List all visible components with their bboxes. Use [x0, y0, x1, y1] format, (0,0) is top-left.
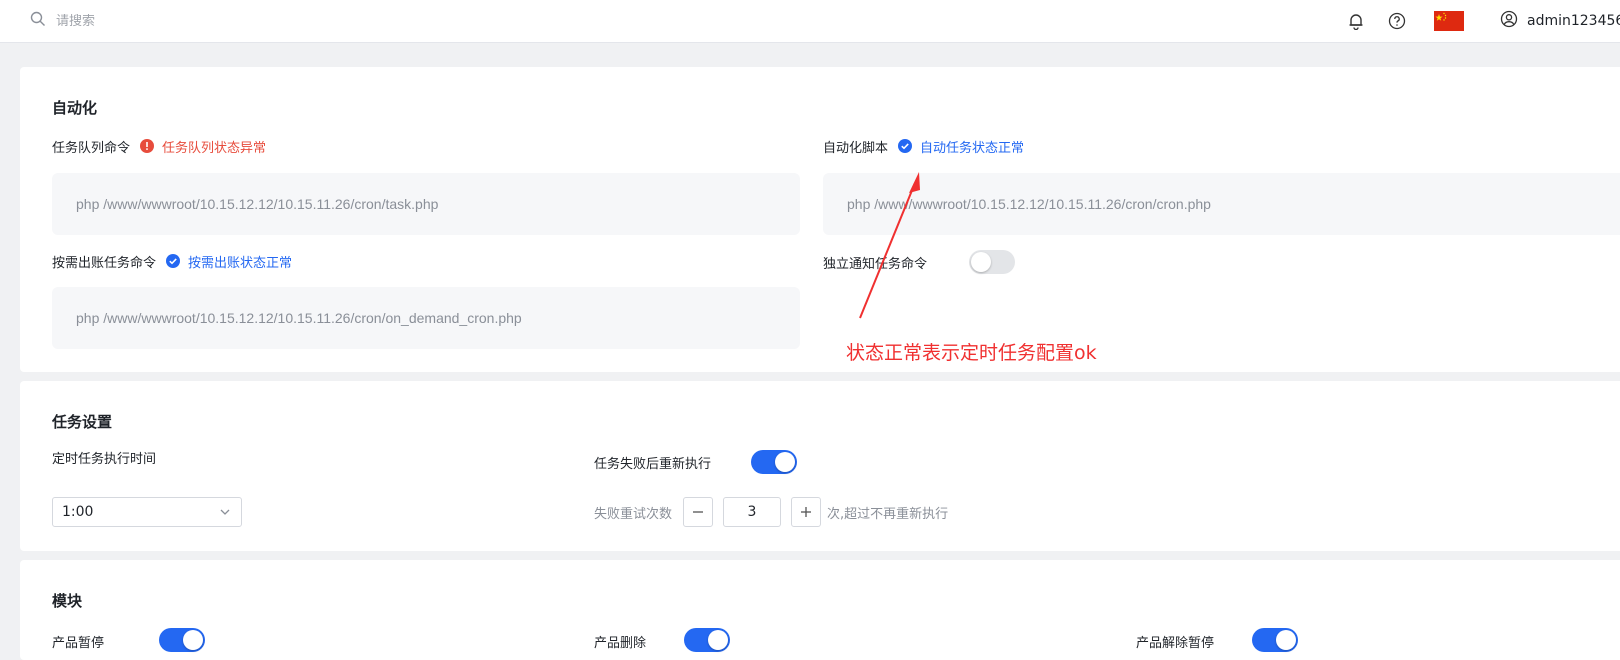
module-item: 产品解除暂停 — [1136, 631, 1214, 651]
retry-toggle[interactable] — [751, 450, 797, 474]
modules-title: 模块 — [52, 592, 83, 610]
retry-suffix-row: 次,超过不再重新执行 — [827, 502, 948, 522]
task-settings-title: 任务设置 — [52, 413, 113, 431]
exec-time-row: 定时任务执行时间 — [52, 447, 156, 467]
toggle-knob — [708, 630, 728, 650]
exec-time-label: 定时任务执行时间 — [52, 451, 157, 467]
annotation-text: 状态正常表示定时任务配置ok — [846, 342, 1097, 364]
exec-time-value: 1:00 — [62, 504, 94, 520]
module-item: 产品删除 — [594, 631, 646, 651]
modules-card: 模块 产品暂停 产品删除 产品解除暂停 — [20, 560, 1620, 660]
module-toggle[interactable] — [684, 628, 730, 652]
retry-count-label: 失败重试次数 — [594, 506, 673, 522]
chevron-down-icon — [219, 506, 231, 522]
retry-label: 任务失败后重新执行 — [594, 456, 712, 472]
retry-count-input[interactable]: 3 — [723, 497, 781, 527]
retry-count-value: 3 — [747, 504, 757, 520]
module-label: 产品删除 — [594, 635, 647, 651]
retry-row: 任务失败后重新执行 — [594, 452, 711, 472]
module-toggle[interactable] — [1252, 628, 1298, 652]
toggle-knob — [775, 452, 795, 472]
decrement-button[interactable] — [683, 497, 713, 527]
exec-time-select[interactable]: 1:00 — [52, 497, 242, 527]
toggle-knob — [1276, 630, 1296, 650]
task-settings-card: 任务设置 定时任务执行时间 1:00 任务失败后重新执行 失败重试次数 3 次,… — [20, 381, 1620, 551]
retry-suffix: 次,超过不再重新执行 — [827, 506, 949, 522]
module-label: 产品解除暂停 — [1136, 635, 1215, 651]
toggle-knob — [183, 630, 203, 650]
module-item: 产品暂停 — [52, 631, 104, 651]
module-toggle[interactable] — [159, 628, 205, 652]
retry-count-row: 失败重试次数 — [594, 502, 672, 522]
increment-button[interactable] — [791, 497, 821, 527]
module-label: 产品暂停 — [52, 635, 105, 651]
